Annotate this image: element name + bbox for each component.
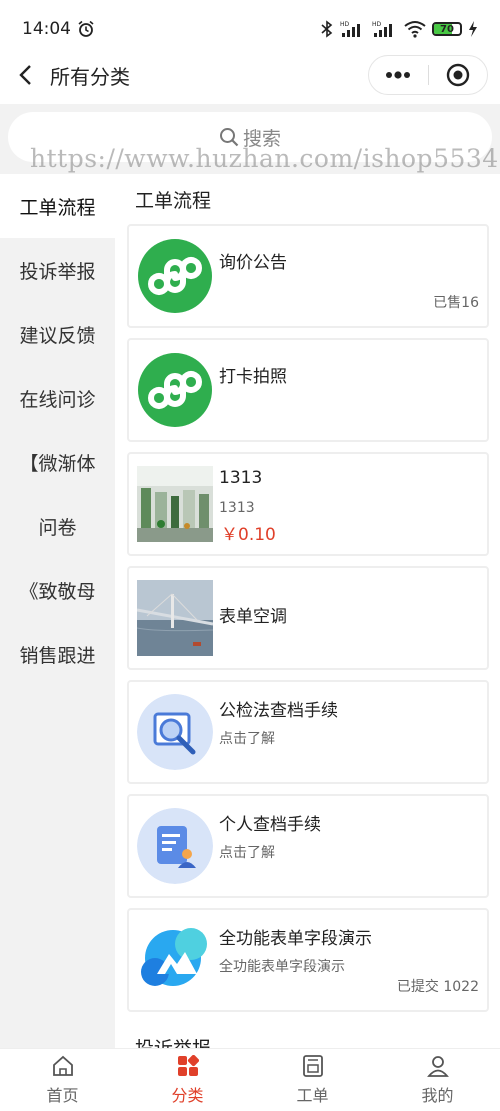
signal-icon: HD: [340, 21, 360, 37]
sidebar-item-consultation[interactable]: 在线问诊: [0, 366, 115, 430]
status-time-group: 14:04: [22, 19, 95, 39]
bridge-photo-image: [136, 580, 214, 656]
battery-body: 70: [432, 22, 462, 36]
tab-workorder[interactable]: 工单: [250, 1049, 375, 1111]
tab-home[interactable]: 首页: [0, 1049, 125, 1111]
mountain-logo-icon: [137, 922, 213, 998]
tab-label: 工单: [296, 1086, 329, 1105]
status-icons: HD HD 70: [320, 20, 478, 38]
chevron-left-icon: [19, 65, 31, 85]
section-title: 工单流程: [135, 190, 212, 212]
sidebar-item-tribute[interactable]: 《致敬母: [0, 558, 115, 622]
store-photo-image: [137, 466, 213, 542]
card-title: 打卡拍照: [219, 367, 287, 387]
close-miniprogram-button[interactable]: [429, 56, 488, 94]
alarm-icon: [78, 20, 94, 37]
card-title: 公检法查档手续: [219, 701, 338, 721]
card-title: 询价公告: [219, 253, 287, 273]
section-title: 投诉举报: [135, 1034, 211, 1048]
bluetooth-icon: [321, 20, 333, 38]
status-bar: 14:04 HD HD 70: [0, 0, 500, 58]
battery-level: 70: [440, 23, 454, 35]
miniprogram-capsule: [368, 55, 488, 95]
card-title: 全功能表单字段演示: [219, 929, 372, 949]
list-item[interactable]: 询价公告 已售16: [127, 224, 489, 328]
tab-profile[interactable]: 我的: [375, 1049, 500, 1111]
search-placeholder: 搜索: [242, 127, 281, 150]
card-subtitle: 点击了解: [219, 731, 275, 747]
page-title: 所有分类: [50, 64, 130, 89]
card-subtitle: 1313: [219, 500, 255, 516]
list-item[interactable]: 1313 1313 ￥0.10: [127, 452, 489, 556]
svg-text:HD: HD: [340, 21, 350, 28]
search-input[interactable]: 搜索: [8, 112, 492, 162]
battery-icon: 70: [432, 22, 462, 36]
tab-label: 分类: [171, 1086, 204, 1105]
sidebar-item-feedback[interactable]: 建议反馈: [0, 302, 115, 366]
list-item[interactable]: 个人查档手续 点击了解: [127, 794, 489, 898]
card-subtitle: 全功能表单字段演示: [219, 959, 345, 975]
list-item[interactable]: 打卡拍照: [127, 338, 489, 442]
list-item[interactable]: 公检法查档手续 点击了解: [127, 680, 489, 784]
svg-text:HD: HD: [372, 21, 382, 28]
more-dots-icon: [386, 71, 411, 79]
card-title: 个人查档手续: [219, 815, 321, 835]
price-label: ￥0.10: [221, 525, 276, 545]
more-button[interactable]: [369, 56, 428, 94]
sidebar-item-survey[interactable]: 问卷: [0, 494, 115, 558]
card-title: 1313: [219, 468, 263, 488]
charging-icon: [469, 21, 477, 37]
card-title: 表单空调: [219, 607, 287, 627]
list-item[interactable]: 表单空调: [127, 566, 489, 670]
nav-bar: 所有分类: [0, 52, 500, 98]
search-icon: [219, 128, 239, 147]
tab-category[interactable]: 分类: [125, 1049, 250, 1111]
target-circle-icon: [446, 63, 469, 87]
bottom-tab-bar: 首页 分类 工单 我的: [0, 1048, 500, 1111]
list-item[interactable]: 全功能表单字段演示 全功能表单字段演示 已提交 1022: [127, 908, 489, 1012]
search-area: 搜索: [0, 104, 500, 174]
sidebar-item-sales[interactable]: 销售跟进: [0, 622, 115, 686]
signal-2-icon: HD: [372, 21, 392, 37]
back-button[interactable]: [0, 52, 50, 98]
personal-document-icon: [137, 808, 213, 884]
profile-icon: [426, 1054, 450, 1078]
tab-label: 我的: [421, 1086, 454, 1105]
sold-count: 已售16: [433, 295, 479, 311]
sidebar-item-workflow[interactable]: 工单流程: [0, 174, 115, 238]
category-content: 工单流程 询价公告 已售16 打卡拍照 1313 1313 ￥0.10 表单空调…: [115, 174, 500, 1048]
magnifier-document-icon: [137, 694, 213, 770]
sidebar-item-complaint[interactable]: 投诉举报: [0, 238, 115, 302]
status-time: 14:04: [22, 19, 71, 39]
sidebar-item-micro[interactable]: 【微渐体: [0, 430, 115, 494]
category-icon: [176, 1054, 200, 1078]
home-icon: [51, 1054, 75, 1078]
wifi-icon: [404, 21, 426, 38]
card-subtitle: 点击了解: [219, 845, 275, 861]
category-sidebar: 工单流程 投诉举报 建议反馈 在线问诊 【微渐体 问卷 《致敬母 销售跟进: [0, 174, 115, 1048]
tab-label: 首页: [46, 1086, 79, 1105]
submit-count: 已提交 1022: [396, 979, 479, 995]
miniprogram-logo-icon: [137, 238, 213, 314]
workorder-icon: [301, 1054, 325, 1078]
miniprogram-logo-icon: [137, 352, 213, 428]
